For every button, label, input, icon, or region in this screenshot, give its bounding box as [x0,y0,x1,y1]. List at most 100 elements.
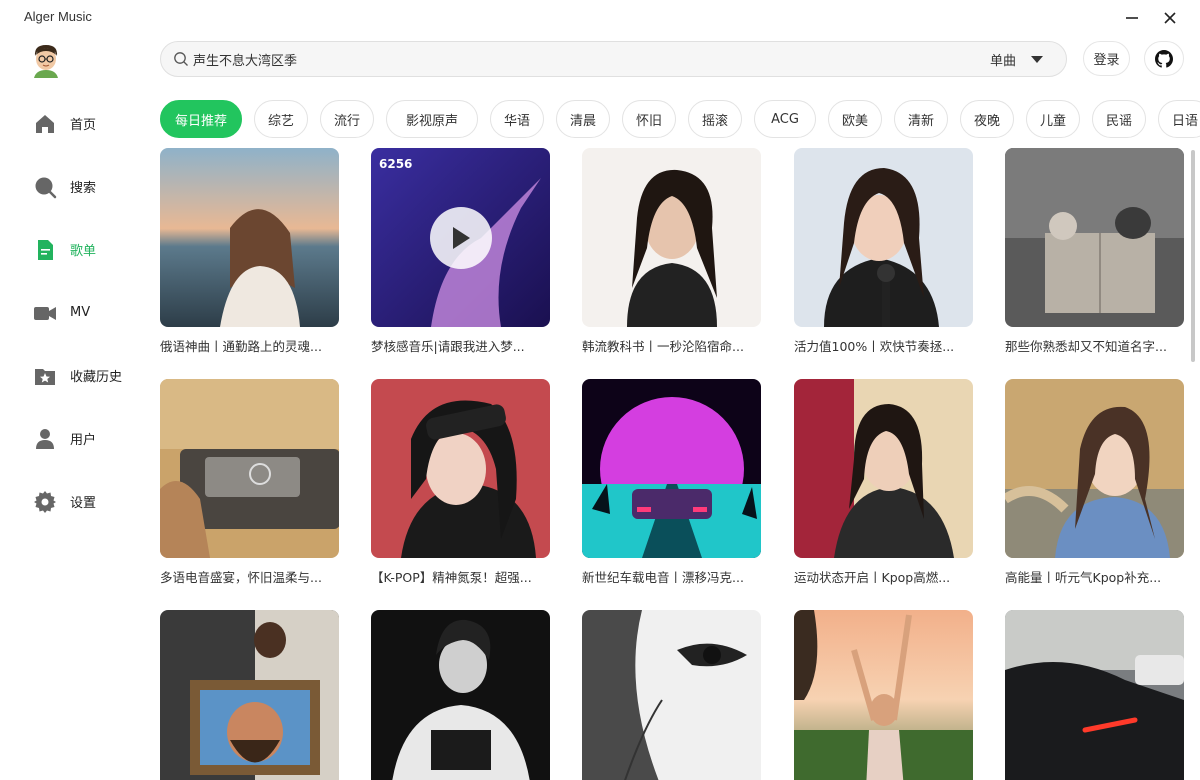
category-tab[interactable]: 清晨 [556,100,610,138]
playlist-title: 【K-POP】精神氮泵！超强... [371,570,532,585]
category-tab[interactable]: 综艺 [254,100,308,138]
playlist-card[interactable]: 多语电音盛宴，怀旧温柔与... [160,379,339,586]
sidebar-item-label: MV [70,305,91,320]
home-icon [33,112,57,136]
sidebar-item-label: 用户 [70,433,97,448]
playlist-card[interactable]: 新世纪车载电音丨漂移冯克... [582,379,761,586]
play-icon [453,227,470,249]
playlist-card[interactable] [160,610,339,780]
sidebar-nav: 首页 搜索 歌单 MV 收藏历史 用户 设置 [0,92,150,533]
window-controls [1122,8,1180,28]
playlist-grid: 俄语神曲丨通勤路上的灵魂... 6256 梦核感音乐|请跟我进入梦... 韩流教科书丨… [160,148,1190,780]
github-button[interactable] [1144,41,1184,76]
category-tab[interactable]: 怀旧 [622,100,676,138]
playlist-card[interactable]: 高能量丨听元气Kpop补充... [1005,379,1184,586]
category-tab[interactable]: 摇滚 [688,100,742,138]
gear-icon [33,490,57,514]
search-type-select[interactable]: 单曲 [990,50,1044,69]
avatar[interactable] [30,42,62,78]
playlist-cover[interactable] [582,610,761,780]
category-tab[interactable]: 每日推荐 [160,100,242,138]
playlist-cover[interactable] [582,148,761,327]
playlist-title: 高能量丨听元气Kpop补充... [1005,570,1162,585]
search-input[interactable] [193,51,953,67]
playlist-title: 活力值100%丨欢快节奏拯... [794,339,955,354]
avatar-icon [34,45,58,78]
close-button[interactable] [1160,8,1180,28]
playlist-card[interactable] [582,610,761,780]
playlist-card[interactable]: 活力值100%丨欢快节奏拯... [794,148,973,355]
category-tab[interactable]: 华语 [490,100,544,138]
cover-image [160,379,339,558]
playlist-card[interactable]: 【K-POP】精神氮泵！超强... [371,379,550,586]
cover-image [794,148,973,327]
category-tab[interactable]: ACG [754,100,816,138]
playlist-cover[interactable] [160,610,339,780]
playlist-cover[interactable] [1005,148,1184,327]
login-button[interactable]: 登录 [1083,41,1130,76]
play-button[interactable] [430,207,492,269]
category-tab[interactable]: 日语 [1158,100,1200,138]
playlist-card[interactable]: 运动状态开启丨Kpop高燃... [794,379,973,586]
play-count: 6256 [379,157,413,171]
playlist-card[interactable] [1005,610,1184,780]
sidebar-item-mv[interactable]: MV [0,281,150,344]
playlist-cover[interactable] [160,379,339,558]
scrollbar[interactable] [1190,148,1196,780]
playlist-cover[interactable] [794,379,973,558]
playlist-card[interactable]: 韩流教科书丨一秒沦陷宿命... [582,148,761,355]
category-tab[interactable]: 欧美 [828,100,882,138]
sidebar-item-user[interactable]: 用户 [0,407,150,470]
cover-image [582,148,761,327]
playlist-card[interactable]: 俄语神曲丨通勤路上的灵魂... [160,148,339,355]
category-tab[interactable]: 清新 [894,100,948,138]
sidebar-item-search[interactable]: 搜索 [0,155,150,218]
cover-image [160,610,339,780]
playlist-card[interactable] [794,610,973,780]
sidebar-item-home[interactable]: 首页 [0,92,150,155]
cover-image [1005,148,1184,327]
playlist-title: 梦核感音乐|请跟我进入梦... [371,339,525,354]
sidebar-item-settings[interactable]: 设置 [0,470,150,533]
playlist-card[interactable]: 6256 梦核感音乐|请跟我进入梦... [371,148,550,355]
category-tab[interactable]: 影视原声 [386,100,478,138]
playlist-icon [33,238,57,262]
playlist-title: 韩流教科书丨一秒沦陷宿命... [582,339,744,354]
playlist-cover[interactable] [794,610,973,780]
sidebar-item-label: 歌单 [70,244,97,259]
category-tab[interactable]: 夜晚 [960,100,1014,138]
playlist-cover[interactable] [371,379,550,558]
sidebar-item-label: 收藏历史 [70,370,123,385]
playlist-card[interactable]: 那些你熟悉却又不知道名字... [1005,148,1184,355]
search-type-label: 单曲 [989,54,1016,69]
playlist-cover[interactable] [1005,379,1184,558]
minimize-icon [1126,17,1138,19]
user-icon [33,427,57,451]
playlist-title: 多语电音盛宴，怀旧温柔与... [160,570,322,585]
video-icon [33,301,57,325]
category-tabs: 每日推荐 综艺 流行 影视原声 华语 清晨 怀旧 摇滚 ACG 欧美 清新 夜晚 儿童 民谣 日语 [160,100,1200,138]
playlist-cover[interactable] [371,610,550,780]
close-icon [1164,12,1176,24]
search-icon [33,175,57,199]
cover-image [582,379,761,558]
sidebar-item-label: 首页 [70,118,97,133]
sidebar-item-favorites[interactable]: 收藏历史 [0,344,150,407]
playlist-title: 新世纪车载电音丨漂移冯克... [582,570,744,585]
playlist-card[interactable] [371,610,550,780]
category-tab[interactable]: 流行 [320,100,374,138]
cover-image [1005,379,1184,558]
playlist-cover[interactable] [160,148,339,327]
playlist-cover[interactable] [1005,610,1184,780]
scroll-thumb[interactable] [1191,150,1195,362]
category-tab[interactable]: 民谣 [1092,100,1146,138]
playlist-cover[interactable] [794,148,973,327]
playlist-cover[interactable]: 6256 [371,148,550,327]
category-tab[interactable]: 儿童 [1026,100,1080,138]
sidebar-item-playlist[interactable]: 歌单 [0,218,150,281]
cover-image [371,610,550,780]
sidebar-item-label: 设置 [70,496,97,511]
minimize-button[interactable] [1122,8,1142,28]
github-icon [1155,49,1173,68]
playlist-cover[interactable] [582,379,761,558]
